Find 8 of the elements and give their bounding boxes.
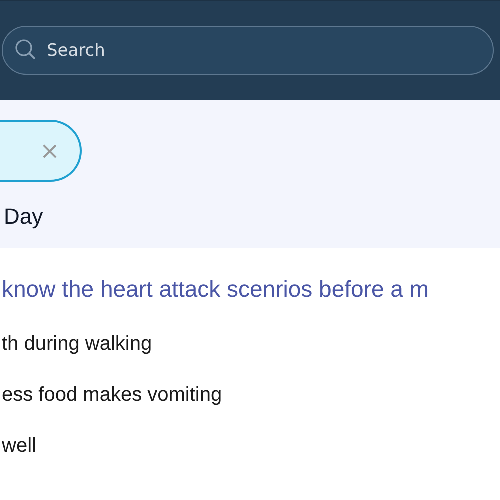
list-item: th during walking bbox=[2, 333, 154, 356]
article-heading: know the heart attack scenrios before a m bbox=[2, 276, 430, 303]
list-item: ess food makes vomiting bbox=[2, 384, 224, 407]
remove-button[interactable]: × bbox=[40, 139, 60, 163]
list-item: well bbox=[2, 435, 38, 458]
search-field[interactable]: Search bbox=[2, 26, 494, 75]
search-icon bbox=[15, 39, 37, 61]
section-title: Day bbox=[3, 204, 44, 230]
